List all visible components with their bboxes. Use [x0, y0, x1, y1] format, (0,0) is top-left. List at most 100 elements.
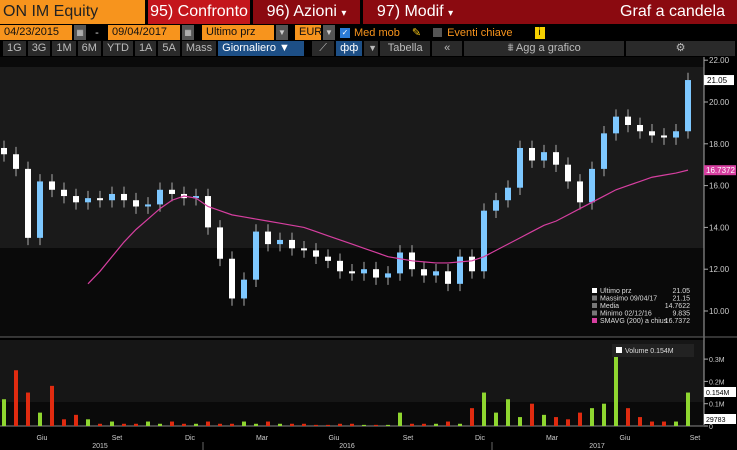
candle-body	[673, 131, 679, 138]
candle-body	[145, 204, 151, 207]
candle-body	[421, 269, 427, 276]
candle-body	[277, 239, 283, 245]
volume-bar	[398, 412, 402, 426]
candle-body	[565, 164, 571, 182]
legend-swatch	[592, 310, 597, 316]
pencil-icon[interactable]: ✎	[412, 26, 421, 39]
moving-avg-checkbox[interactable]: ✓	[340, 27, 350, 38]
vol-tick-label: 0.2M	[709, 379, 725, 386]
candle-body	[73, 196, 79, 203]
candle-body	[385, 273, 391, 278]
volume-bar	[422, 423, 426, 426]
y-tick-label: 18.00	[709, 140, 730, 149]
candle-body	[109, 193, 115, 201]
key-events-checkbox[interactable]	[433, 28, 443, 37]
volume-avg-tag-label: 29783	[706, 417, 726, 424]
volume-bar	[230, 423, 234, 426]
actions-menu[interactable]: 96) Azioni ▾	[253, 0, 360, 24]
info-icon[interactable]: i	[534, 26, 545, 39]
candle-body	[133, 200, 139, 207]
period-3g[interactable]: 3G	[27, 41, 51, 56]
legend-value: 14.7622	[665, 303, 690, 310]
volume-bar	[170, 421, 174, 426]
candle-body	[541, 152, 547, 161]
volume-bar	[374, 424, 378, 426]
volume-bar	[62, 419, 66, 426]
volume-bar	[338, 423, 342, 426]
y-tick-label: 22.00	[709, 57, 730, 65]
chevron-down-icon[interactable]: ▼	[323, 25, 335, 40]
table-button[interactable]: Tabella	[380, 41, 431, 56]
y-tick-label: 10.00	[709, 307, 730, 316]
volume-bar	[566, 419, 570, 426]
candle-body	[169, 189, 175, 194]
volume-bar	[626, 408, 630, 426]
period-1g[interactable]: 1G	[3, 41, 26, 56]
field-select[interactable]: Ultimo prz	[202, 25, 274, 40]
candle-body	[493, 200, 499, 211]
chevron-down-icon[interactable]: ▼	[276, 25, 288, 40]
candle-body	[121, 193, 127, 201]
candle-body	[289, 239, 295, 249]
legend-swatch	[592, 318, 597, 323]
compare-button[interactable]: 95) Confronto	[148, 0, 250, 24]
period-6m[interactable]: 6M	[77, 41, 101, 56]
candle-body	[157, 189, 163, 205]
chevron-down-icon: ▾	[448, 8, 454, 19]
candle-body	[229, 258, 235, 299]
volume-bar	[686, 392, 690, 426]
gear-icon[interactable]: ⚙	[626, 41, 735, 56]
collapse-button[interactable]: «	[432, 41, 463, 56]
volume-bar	[86, 419, 90, 426]
volume-band	[0, 340, 704, 402]
volume-bar	[302, 423, 306, 426]
candle-body	[517, 147, 523, 188]
volume-bar	[134, 423, 138, 426]
period-5a[interactable]: 5A	[158, 41, 180, 56]
legend-swatch	[592, 288, 597, 293]
period-1m[interactable]: 1M	[52, 41, 76, 56]
modify-menu[interactable]: 97) Modif ▾	[363, 0, 467, 24]
end-date-field[interactable]: 09/04/2017	[108, 25, 180, 40]
volume-bar	[182, 423, 186, 426]
add-to-chart-label: Agg a grafico	[515, 42, 581, 54]
legend-label: Ultimo prz	[600, 288, 632, 295]
candle-body	[241, 279, 247, 299]
volume-bar	[542, 414, 546, 426]
volume-bar	[614, 347, 618, 426]
line-chart-icon[interactable]: ⟋	[312, 41, 335, 56]
legend-value: 21.15	[672, 296, 690, 303]
candle-body	[457, 256, 463, 284]
currency-select[interactable]: EUR	[295, 25, 322, 40]
candle-body	[445, 271, 451, 284]
candle-body	[313, 250, 319, 257]
chevron-down-icon[interactable]: ▼	[364, 41, 379, 56]
sma-tag-label: 16.7372	[706, 166, 735, 175]
frequency-select[interactable]: Giornaliero ▼	[218, 41, 305, 56]
chart-add-icon: ⩩	[507, 42, 514, 54]
candle-body	[601, 133, 607, 169]
volume-bar	[38, 412, 42, 426]
legend-value: 21.05	[672, 288, 690, 295]
period-ytd[interactable]: YTD	[102, 41, 133, 56]
candle-body	[337, 260, 343, 272]
candle-body	[481, 210, 487, 272]
volume-bar	[314, 424, 318, 426]
calendar-icon[interactable]: ▦	[182, 25, 194, 40]
modify-label: 97) Modif	[376, 3, 444, 20]
start-date-field[interactable]: 04/23/2015	[0, 25, 72, 40]
add-to-chart-button[interactable]: ⩩ Agg a grafico	[464, 41, 625, 56]
calendar-icon[interactable]: ▦	[74, 25, 86, 40]
volume-bar	[386, 424, 390, 426]
candle-body	[661, 135, 667, 138]
volume-bar	[458, 423, 462, 426]
candle-chart-icon[interactable]: фф	[336, 41, 363, 56]
volume-bar	[638, 417, 642, 426]
period-1a[interactable]: 1A	[134, 41, 157, 56]
x-tick-label: Dic	[475, 435, 486, 442]
period-max[interactable]: Mass	[181, 41, 217, 56]
volume-bar	[278, 423, 282, 426]
volume-bar	[650, 421, 654, 426]
volume-bar	[218, 423, 222, 426]
ticker-field[interactable]: ON IM Equity	[0, 0, 145, 24]
